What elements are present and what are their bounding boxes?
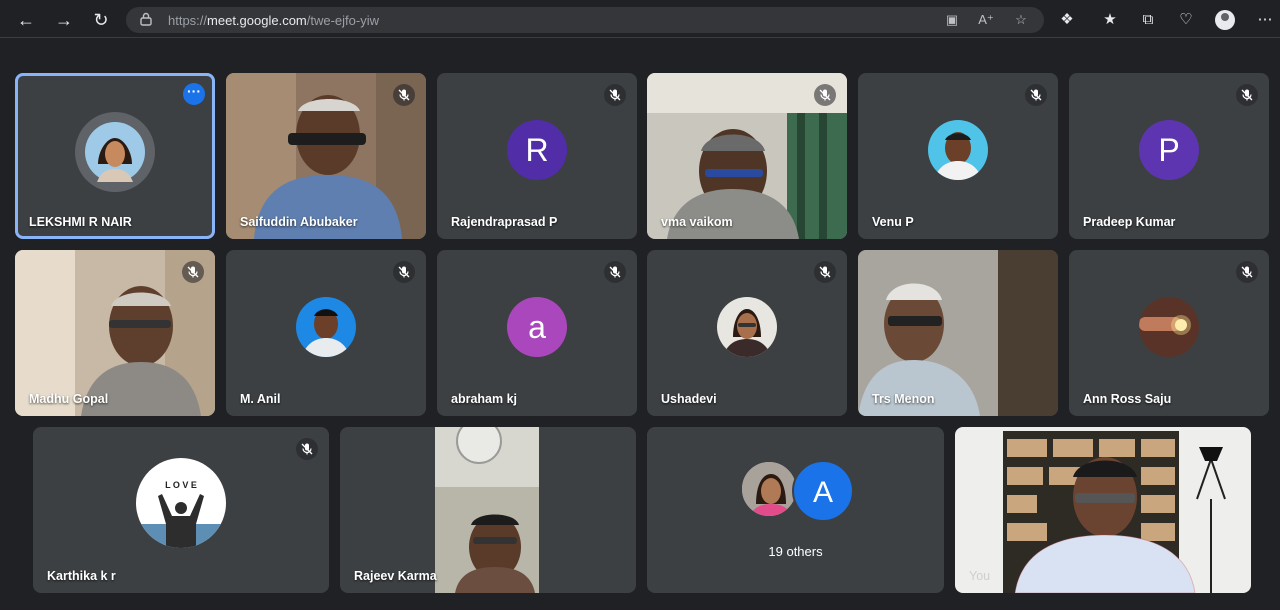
participant-photo-avatar	[740, 460, 798, 518]
participant-letter-avatar: R	[507, 120, 567, 180]
url-text: https://meet.google.com/twe-ejfo-yiw	[168, 13, 380, 28]
participant-video	[955, 427, 1251, 593]
participant-name: Madhu Gopal	[29, 392, 109, 406]
participant-tile-saifuddin[interactable]: Saifuddin Abubaker	[226, 73, 426, 239]
participant-tile-self[interactable]: You	[955, 427, 1251, 593]
karthika-avatar-text: L O V E	[165, 480, 197, 490]
participant-name: M. Anil	[240, 392, 281, 406]
favorites-icon[interactable]: ★	[1100, 10, 1120, 30]
address-bar[interactable]: https://meet.google.com/twe-ejfo-yiw ▣ A…	[126, 7, 1044, 33]
meeting-grid: ··· LEKSHMI R NAIR Saifuddin Abubaker R …	[0, 38, 1280, 610]
extensions-icon[interactable]: ❖	[1057, 10, 1077, 30]
participant-tile-lekshmi[interactable]: ··· LEKSHMI R NAIR	[15, 73, 215, 239]
participant-name: You	[969, 569, 991, 583]
microphone-off-icon	[814, 84, 836, 106]
read-aloud-icon[interactable]: A⁺	[978, 12, 994, 28]
participant-letter-avatar: P	[1139, 120, 1199, 180]
microphone-off-icon	[296, 438, 318, 460]
microphone-off-icon	[1236, 261, 1258, 283]
participant-name: Venu P	[872, 215, 914, 229]
participant-name: Rajeev Karma	[354, 569, 437, 583]
microphone-off-icon	[814, 261, 836, 283]
others-letter-avatar: A	[792, 460, 854, 522]
browser-essentials-icon[interactable]: ♡	[1176, 10, 1196, 30]
participant-tile-rajeev-karma[interactable]: Rajeev Karma	[340, 427, 636, 593]
microphone-off-icon	[393, 84, 415, 106]
camera-icon[interactable]: ▣	[944, 12, 960, 28]
participant-photo-avatar	[717, 297, 777, 357]
participant-name: Ann Ross Saju	[1083, 392, 1172, 406]
reload-icon[interactable]: ↻	[89, 8, 113, 32]
participant-tile-karthika[interactable]: L O V E Karthika k r	[33, 427, 329, 593]
participant-photo-avatar	[928, 120, 988, 180]
microphone-off-icon	[604, 84, 626, 106]
participant-tile-ann-ross-saju[interactable]: Ann Ross Saju	[1069, 250, 1269, 416]
participant-tile-vma-vaikom[interactable]: vma vaikom	[647, 73, 847, 239]
participant-name: Saifuddin Abubaker	[240, 215, 358, 229]
lock-icon	[140, 12, 152, 26]
microphone-off-icon	[1025, 84, 1047, 106]
others-count-label: 19 others	[768, 544, 823, 559]
participant-tile-m-anil[interactable]: M. Anil	[226, 250, 426, 416]
forward-arrow-icon[interactable]: →	[52, 8, 76, 32]
participant-photo-avatar	[296, 297, 356, 357]
microphone-off-icon	[393, 261, 415, 283]
participant-name: Karthika k r	[47, 569, 116, 583]
back-arrow-icon[interactable]: ←	[14, 8, 38, 32]
microphone-off-icon	[1236, 84, 1258, 106]
participant-name: abraham kj	[451, 392, 518, 406]
participant-photo-avatar: L O V E	[136, 458, 226, 548]
others-tile[interactable]: A 19 others	[647, 427, 944, 593]
participant-letter-avatar: a	[507, 297, 567, 357]
participant-tile-rajendraprasad[interactable]: R Rajendraprasad P	[437, 73, 637, 239]
participant-name: Pradeep Kumar	[1083, 215, 1176, 229]
participant-tile-madhu-gopal[interactable]: Madhu Gopal	[15, 250, 215, 416]
participant-tile-ushadevi[interactable]: Ushadevi	[647, 250, 847, 416]
collections-icon[interactable]: ⧉	[1138, 10, 1158, 30]
participant-photo-avatar	[1139, 297, 1199, 357]
profile-avatar[interactable]	[1215, 10, 1235, 30]
more-menu-icon[interactable]: ⋯	[1255, 10, 1275, 30]
participant-photo-avatar	[75, 112, 155, 192]
favorite-star-icon[interactable]: ☆	[1013, 12, 1029, 28]
browser-toolbar: ← → ↻ https://meet.google.com/twe-ejfo-y…	[0, 0, 1280, 38]
participant-tile-trs-menon[interactable]: Trs Menon	[858, 250, 1058, 416]
participant-tile-venu-p[interactable]: Venu P	[858, 73, 1058, 239]
participant-video	[435, 427, 539, 593]
participant-name: Ushadevi	[661, 392, 717, 406]
more-options-button[interactable]: ···	[183, 83, 205, 105]
participant-name: vma vaikom	[661, 215, 733, 229]
microphone-off-icon	[604, 261, 626, 283]
participant-tile-abraham-kj[interactable]: a abraham kj	[437, 250, 637, 416]
participant-name: LEKSHMI R NAIR	[29, 215, 132, 229]
participant-name: Rajendraprasad P	[451, 215, 558, 229]
participant-tile-pradeep-kumar[interactable]: P Pradeep Kumar	[1069, 73, 1269, 239]
participant-name: Trs Menon	[872, 392, 935, 406]
microphone-off-icon	[182, 261, 204, 283]
